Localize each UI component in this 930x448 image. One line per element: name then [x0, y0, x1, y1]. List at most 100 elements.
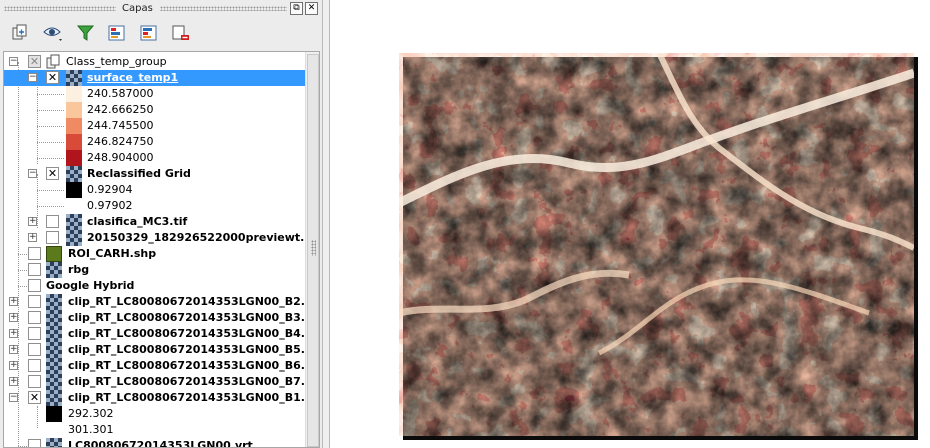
legend-value: 248.904000 — [87, 151, 154, 164]
collapse-toggle[interactable]: − — [9, 57, 18, 66]
drag-grip[interactable] — [160, 6, 287, 11]
expand-toggle[interactable]: + — [9, 345, 18, 354]
scrollbar-thumb[interactable] — [307, 54, 319, 447]
layer-checkbox[interactable] — [28, 327, 41, 340]
expand-all-button[interactable] — [106, 23, 128, 43]
layer-label: Reclassified Grid — [87, 167, 191, 180]
tree-line — [18, 286, 27, 287]
layer-group-row[interactable]: − ✕ Class_temp_group — [4, 54, 305, 70]
collapse-all-button[interactable] — [138, 23, 160, 43]
expand-toggle[interactable]: + — [9, 329, 18, 338]
layer-row-reclassified[interactable]: − ✕ Reclassified Grid — [4, 166, 305, 182]
layer-checkbox[interactable] — [28, 343, 41, 356]
legend-item: 292.302 — [4, 406, 305, 422]
legend-value: 292.302 — [68, 407, 114, 420]
raster-icon — [46, 342, 62, 358]
layer-row-clip-b1[interactable]: − ✕ clip_RT_LC80080672014353LGN00_B1... — [4, 390, 313, 406]
expand-toggle[interactable]: + — [9, 361, 18, 370]
layer-row-vrt[interactable]: LC80080672014353LGN00.vrt — [4, 438, 305, 448]
layer-row-clasifica[interactable]: + clasifica_MC3.tif — [4, 214, 305, 230]
float-icon[interactable]: ⧉ — [290, 2, 303, 15]
legend-item: 0.97902 — [4, 198, 305, 214]
legend-value: 244.745500 — [87, 119, 154, 132]
legend-value: 240.587000 — [87, 87, 154, 100]
layer-checkbox[interactable]: ✕ — [28, 55, 41, 68]
expand-all-icon — [108, 25, 125, 41]
layer-checkbox[interactable] — [28, 279, 41, 292]
temperature-raster-image[interactable] — [399, 53, 914, 436]
collapse-toggle[interactable]: − — [28, 73, 37, 82]
layer-checkbox[interactable] — [28, 263, 41, 276]
filter-legend-button[interactable] — [75, 23, 97, 43]
layer-label: LC80080672014353LGN00.vrt — [68, 439, 253, 448]
layer-label: Class_temp_group — [66, 55, 167, 68]
visibility-button[interactable] — [42, 23, 64, 43]
legend-item: 246.824750 — [4, 134, 305, 150]
layer-row-clip-b6[interactable]: + clip_RT_LC80080672014353LGN00_B6.tif — [4, 358, 319, 374]
panel-titlebar[interactable]: Capas ⧉ ✕ — [0, 0, 323, 17]
raster-icon — [46, 358, 62, 374]
tree-scrollbar[interactable] — [305, 52, 319, 447]
legend-swatch — [46, 406, 62, 422]
expand-toggle[interactable]: + — [28, 233, 37, 242]
legend-item: 244.745500 — [4, 118, 305, 134]
layer-checkbox[interactable] — [28, 359, 41, 372]
collapse-toggle[interactable]: − — [28, 169, 37, 178]
legend-swatch — [66, 150, 82, 166]
layer-row-roi[interactable]: ROI_CARH.shp — [4, 246, 305, 262]
layer-checkbox[interactable] — [28, 295, 41, 308]
raster-icon — [46, 262, 62, 278]
tree-line — [37, 110, 64, 111]
legend-swatch — [66, 198, 82, 214]
layer-label: clip_RT_LC80080672014353LGN00_B1... — [68, 391, 314, 404]
layer-checkbox[interactable] — [46, 231, 59, 244]
legend-item: 242.666250 — [4, 102, 305, 118]
legend-item: 0.92904 — [4, 182, 305, 198]
close-icon[interactable]: ✕ — [305, 2, 318, 15]
layer-checkbox[interactable]: ✕ — [46, 71, 59, 84]
legend-item: 301.301 — [4, 422, 305, 438]
raster-icon — [46, 438, 62, 447]
expand-toggle[interactable]: + — [9, 297, 18, 306]
legend-value: 0.97902 — [87, 199, 133, 212]
layer-row-clip-b2[interactable]: + clip_RT_LC80080672014353LGN00_B2.tif — [4, 294, 319, 310]
layer-tree: − ✕ Class_temp_group − ✕ surface_temp1 2… — [3, 51, 320, 448]
layer-row-rbg[interactable]: rbg — [4, 262, 305, 278]
layer-checkbox[interactable] — [28, 247, 41, 260]
raster-icon — [66, 230, 82, 246]
legend-item: 240.587000 — [4, 86, 305, 102]
layer-checkbox[interactable] — [28, 439, 41, 447]
layer-checkbox[interactable]: ✕ — [28, 391, 41, 404]
layer-row-clip-b7[interactable]: + clip_RT_LC80080672014353LGN00_B7.tif — [4, 374, 319, 390]
layer-row-clip-b3[interactable]: + clip_RT_LC80080672014353LGN00_B3.tif — [4, 310, 319, 326]
expand-toggle[interactable]: + — [9, 313, 18, 322]
panel-title: Capas — [122, 3, 153, 14]
layer-row-clip-b5[interactable]: + clip_RT_LC80080672014353LGN00_B5.tif — [4, 342, 319, 358]
layer-row-surface-temp1[interactable]: − ✕ surface_temp1 — [4, 70, 305, 86]
tree-line — [37, 126, 64, 127]
legend-swatch — [66, 118, 82, 134]
drag-grip[interactable] — [4, 6, 116, 11]
layer-checkbox[interactable] — [46, 215, 59, 228]
expand-toggle[interactable]: + — [9, 377, 18, 386]
raster-icon — [46, 374, 62, 390]
layer-label: clip_RT_LC80080672014353LGN00_B5.tif — [68, 343, 319, 356]
layer-row-google-hybrid[interactable]: Google Hybrid — [4, 278, 305, 294]
layer-checkbox[interactable] — [28, 311, 41, 324]
layer-label: rbg — [68, 263, 90, 276]
collapse-toggle[interactable]: − — [9, 393, 18, 402]
tree-line — [18, 254, 27, 255]
tree-line — [37, 142, 64, 143]
layer-row-preview[interactable]: + 20150329_182926522000previewt... — [4, 230, 313, 246]
layer-label: clasifica_MC3.tif — [87, 215, 188, 228]
remove-layer-button[interactable] — [170, 23, 192, 43]
layer-checkbox[interactable] — [28, 375, 41, 388]
layer-label: ROI_CARH.shp — [68, 247, 157, 260]
layer-row-clip-b4[interactable]: + clip_RT_LC80080672014353LGN00_B4.tif — [4, 326, 319, 342]
tree-line — [37, 94, 64, 95]
legend-swatch — [66, 182, 82, 198]
layer-checkbox[interactable]: ✕ — [46, 167, 59, 180]
expand-toggle[interactable]: + — [28, 217, 37, 226]
tree-line — [37, 158, 64, 159]
add-group-button[interactable] — [9, 23, 31, 43]
